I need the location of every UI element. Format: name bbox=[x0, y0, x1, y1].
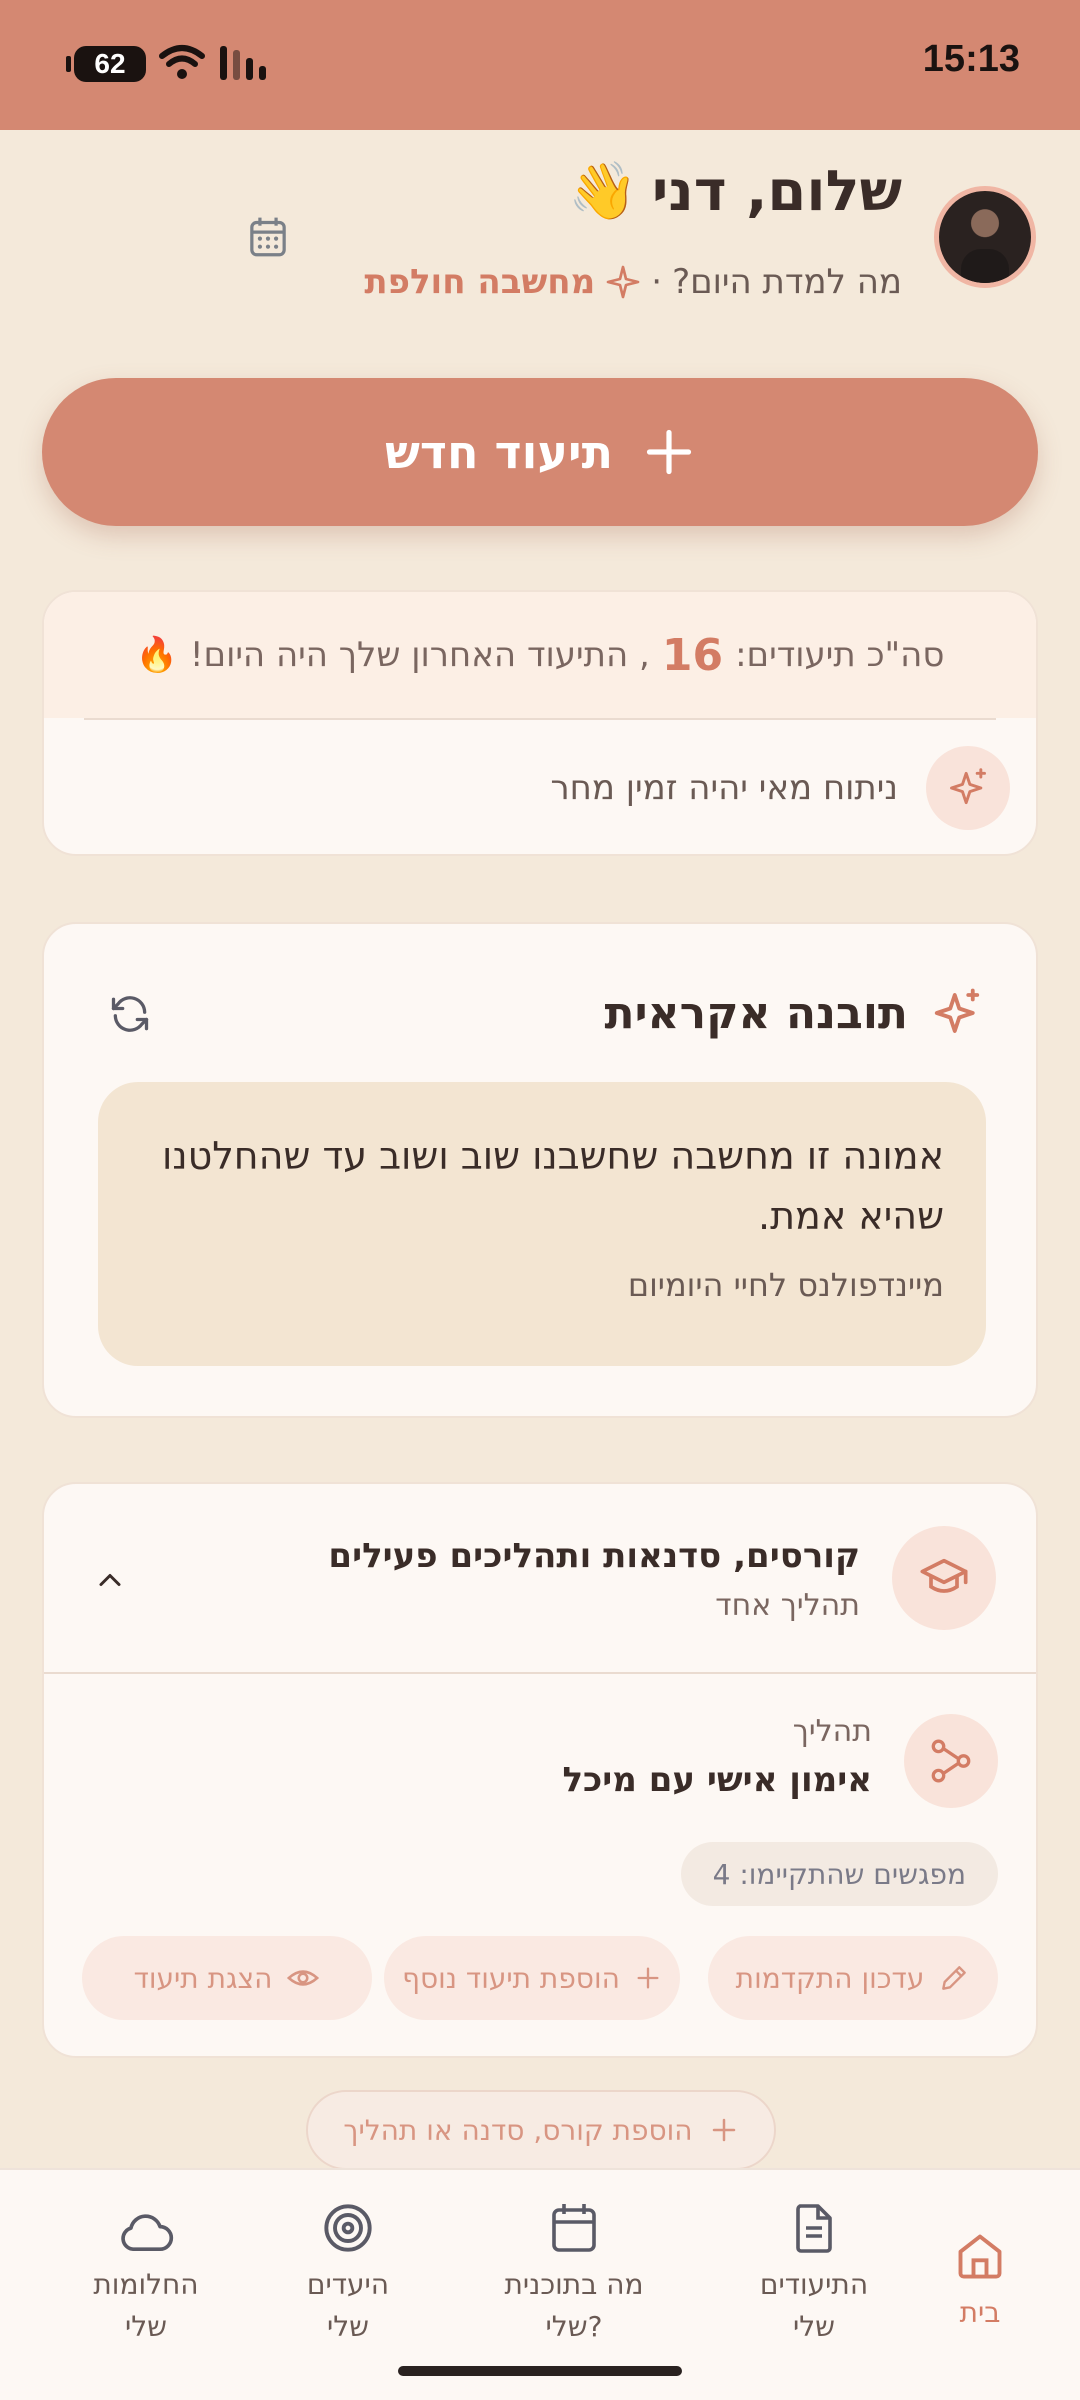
nav-my-dreams-label-2: שלי bbox=[124, 2310, 167, 2343]
view-entry-button[interactable]: הצגת תיעוד bbox=[82, 1936, 372, 2020]
process-type-label: תהליך bbox=[792, 1714, 872, 1749]
plus-icon bbox=[646, 429, 692, 475]
insight-header: תובנה אקראית bbox=[605, 986, 984, 1040]
clock: 15:13 bbox=[922, 38, 1020, 80]
courses-title: קורסים, סדנאות ותהליכים פעילים bbox=[328, 1536, 860, 1576]
nav-my-entries-label-2: שלי bbox=[792, 2310, 835, 2343]
calendar-icon[interactable] bbox=[248, 216, 288, 258]
nav-my-plan[interactable]: מה בתוכנית שלי? bbox=[474, 2190, 674, 2348]
add-entry-label: הוספת תיעוד נוסף bbox=[402, 1961, 620, 1995]
question-text: מה למדת היום? bbox=[672, 262, 902, 302]
target-icon bbox=[324, 2204, 372, 2252]
cloud-icon bbox=[121, 2214, 174, 2252]
wave-emoji: 👋 bbox=[568, 159, 638, 224]
add-course-button[interactable]: הוספת קורס, סדנה או תהליך bbox=[306, 2090, 776, 2170]
process-name[interactable]: אימון אישי עם מיכל bbox=[562, 1760, 872, 1800]
insight-title: תובנה אקראית bbox=[604, 987, 908, 1039]
sparkle-icon bbox=[934, 988, 980, 1033]
graduation-cap-icon bbox=[920, 1558, 968, 1593]
plus-icon bbox=[637, 1967, 659, 1989]
refresh-icon[interactable] bbox=[108, 992, 152, 1036]
meetings-count-badge: מפגשים שהתקיימו: 4 bbox=[680, 1842, 998, 1906]
eye-icon bbox=[287, 1970, 320, 1986]
add-entry-button[interactable]: הוספת תיעוד נוסף bbox=[384, 1936, 680, 2020]
greeting-text: שלום, דני bbox=[651, 158, 902, 224]
stats-card: סה"כ תיעודים: 16 , התיעוד האחרון שלך היה… bbox=[42, 590, 1038, 856]
pencil-icon bbox=[942, 1966, 967, 1990]
nav-my-goals[interactable]: היעדים שלי bbox=[248, 2190, 448, 2348]
courses-subtitle: תהליך אחד bbox=[715, 1588, 860, 1623]
document-icon bbox=[796, 2204, 832, 2253]
nav-my-plan-label-1: מה בתוכנית bbox=[504, 2268, 644, 2301]
home-indicator[interactable] bbox=[398, 2366, 682, 2376]
stats-last-entry: , התיעוד האחרון שלך היה היום! bbox=[189, 635, 650, 675]
chevron-up-icon[interactable] bbox=[92, 1562, 128, 1598]
nav-my-entries-label-1: התיעודים bbox=[759, 2268, 869, 2301]
quote-text: אמונה זו מחשבה שחשבנו שוב ושוב עד שהחלטנ… bbox=[162, 1134, 944, 1238]
graduation-cap-badge bbox=[892, 1526, 996, 1630]
sparkle-badge bbox=[926, 746, 1010, 830]
update-progress-label: עדכון התקדמות bbox=[735, 1961, 925, 1995]
stats-total-count: 16 bbox=[661, 629, 724, 681]
stats-total-label: סה"כ תיעודים: bbox=[735, 635, 945, 675]
workflow-icon bbox=[931, 1739, 971, 1783]
view-entry-label: הצגת תיעוד bbox=[133, 1961, 273, 1995]
nav-my-dreams[interactable]: החלומות שלי bbox=[46, 2190, 246, 2348]
nav-my-goals-label-1: היעדים bbox=[306, 2268, 390, 2301]
nav-my-dreams-label-1: החלומות bbox=[93, 2268, 199, 2301]
home-icon bbox=[958, 2234, 1002, 2279]
new-entry-button[interactable]: תיעוד חדש bbox=[42, 378, 1038, 526]
greeting: שלום, דני 👋 bbox=[568, 158, 902, 225]
quote-source: מיינדפולנס לחיי היומיום bbox=[627, 1266, 944, 1304]
sparkle-icon bbox=[950, 768, 986, 805]
highlight-link[interactable]: מחשבה חולפת bbox=[364, 262, 595, 302]
plus-icon bbox=[712, 2118, 735, 2142]
insight-card: תובנה אקראית אמונה זו מחשבה שחשבנו שוב ו… bbox=[42, 922, 1038, 1418]
status-bar: 62 15:13 bbox=[0, 0, 1080, 130]
separator-dot: · bbox=[651, 262, 663, 302]
analysis-text: ניתוח מאי יהיה זמין מחר bbox=[550, 768, 898, 808]
signal-icon bbox=[220, 46, 266, 80]
monthly-analysis-row[interactable]: ניתוח מאי יהיה זמין מחר bbox=[44, 720, 1036, 854]
avatar[interactable] bbox=[934, 186, 1036, 288]
sparkle-icon bbox=[606, 265, 640, 299]
daily-question: מה למדת היום? · מחשבה חולפת bbox=[364, 262, 902, 302]
nav-my-plan-label-2: שלי? bbox=[545, 2310, 603, 2343]
update-progress-button[interactable]: עדכון התקדמות bbox=[708, 1936, 998, 2020]
courses-header[interactable]: קורסים, סדנאות ותהליכים פעילים תהליך אחד bbox=[44, 1484, 1036, 1674]
stats-summary: סה"כ תיעודים: 16 , התיעוד האחרון שלך היה… bbox=[44, 592, 1036, 718]
nav-my-entries[interactable]: התיעודים שלי bbox=[714, 2190, 914, 2348]
add-course-label: הוספת קורס, סדנה או תהליך bbox=[343, 2113, 693, 2147]
nav-my-goals-label-2: שלי bbox=[326, 2310, 369, 2343]
calendar-icon bbox=[552, 2204, 596, 2252]
battery-indicator: 62 bbox=[66, 46, 146, 82]
new-entry-label: תיעוד חדש bbox=[385, 425, 613, 479]
process-badge bbox=[904, 1714, 998, 1808]
wifi-icon bbox=[159, 45, 205, 79]
courses-card: קורסים, סדנאות ותהליכים פעילים תהליך אחד… bbox=[42, 1482, 1038, 2058]
quote-box: אמונה זו מחשבה שחשבנו שוב ושוב עד שהחלטנ… bbox=[98, 1082, 986, 1366]
fire-emoji: 🔥 bbox=[135, 635, 178, 675]
